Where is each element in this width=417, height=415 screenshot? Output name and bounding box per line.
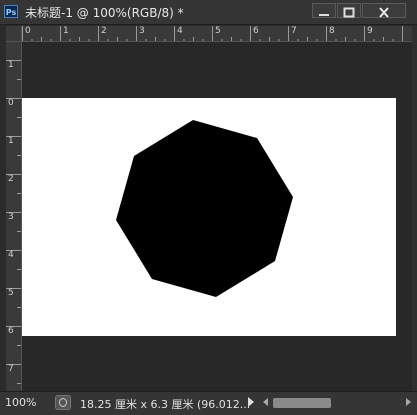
ruler-label: 5 (8, 288, 14, 298)
canvas-area[interactable] (22, 42, 412, 391)
scroll-right-icon[interactable] (406, 398, 411, 406)
ruler-origin-corner[interactable] (6, 26, 22, 42)
ruler-label: 7 (8, 364, 14, 374)
status-bar: 100% 18.25 厘米 x 6.3 厘米 (96.012... (0, 391, 417, 415)
document-canvas[interactable] (22, 98, 396, 336)
minimize-button[interactable] (312, 3, 336, 18)
ruler-label: 4 (8, 250, 14, 260)
octagon-shape[interactable] (22, 98, 396, 336)
document-title: 未标题-1 @ 100%(RGB/8) * (25, 6, 184, 20)
ruler-label: 1 (8, 60, 14, 70)
document-info: 18.25 厘米 x 6.3 厘米 (96.012... (80, 398, 251, 411)
photoshop-logo-icon: Ps (4, 5, 18, 18)
ruler-label: 3 (8, 212, 14, 222)
ruler-label: 2 (8, 174, 14, 184)
ruler-label: 6 (8, 326, 14, 336)
minimize-icon (319, 14, 329, 16)
maximize-button[interactable] (337, 3, 361, 18)
info-menu-arrow-icon[interactable] (248, 397, 254, 407)
maximize-icon (343, 7, 355, 18)
document-profile-icon[interactable] (55, 395, 71, 410)
close-button[interactable] (362, 3, 406, 18)
close-icon (379, 7, 389, 18)
horizontal-ruler[interactable]: 0 1 2 3 4 5 6 7 8 9 (22, 26, 412, 42)
vertical-scrollbar[interactable] (412, 26, 417, 391)
vertical-ruler[interactable]: 1 0 1 2 3 4 5 6 7 (6, 42, 22, 391)
profile-glyph (59, 398, 67, 407)
scroll-left-icon[interactable] (263, 398, 268, 406)
scrollbar-thumb[interactable] (273, 398, 331, 408)
ruler-label: 1 (8, 136, 14, 146)
zoom-level[interactable]: 100% (5, 396, 36, 409)
ruler-ticks (22, 26, 403, 41)
octagon-shape-path (116, 120, 293, 297)
ruler-label: 0 (8, 98, 14, 108)
title-bar[interactable]: Ps 未标题-1 @ 100%(RGB/8) * (0, 0, 417, 25)
horizontal-scrollbar[interactable] (273, 398, 403, 408)
